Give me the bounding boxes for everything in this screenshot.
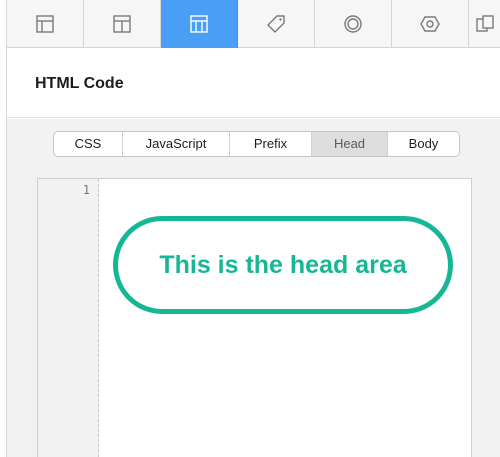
more-panel-icon [475,14,495,34]
hexagon-icon [420,14,440,34]
code-tabs: CSS JavaScript Prefix Head Body [53,131,460,157]
tab-css[interactable]: CSS [54,132,123,156]
line-gutter: 1 [38,179,99,457]
tool-layout-panel[interactable] [7,0,84,48]
tool-tag[interactable] [238,0,315,48]
layout-panel-alt-icon [112,14,132,34]
tool-circle-target[interactable] [315,0,392,48]
callout-text: This is the head area [159,250,407,279]
tab-prefix[interactable]: Prefix [230,132,312,156]
page-title: HTML Code [35,75,124,92]
tool-html-code[interactable] [161,0,238,48]
panel-header: HTML Code [7,49,500,118]
tab-head[interactable]: Head [312,132,388,156]
tool-more-panel[interactable] [469,0,500,48]
annotation-callout: This is the head area [113,216,453,314]
html-code-icon [189,14,209,34]
tool-layout-panel-alt[interactable] [84,0,161,48]
circle-target-icon [343,14,363,34]
tab-body[interactable]: Body [388,132,459,156]
tag-icon [266,14,286,34]
app-window: HTML Code CSS JavaScript Prefix Head Bod… [0,0,500,457]
tab-javascript[interactable]: JavaScript [123,132,230,156]
layout-panel-icon [35,14,55,34]
line-number: 1 [82,183,90,197]
tool-hexagon[interactable] [392,0,469,48]
inspector-toolbar [7,0,500,48]
